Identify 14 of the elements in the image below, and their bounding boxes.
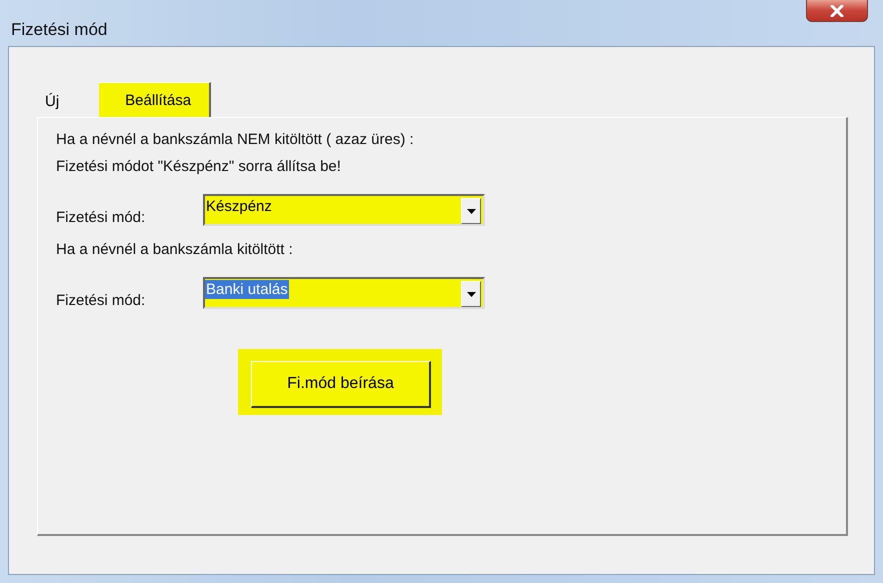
tab[interactable]: Beállítása xyxy=(99,82,212,117)
payment-dropdown[interactable]: Készpénz xyxy=(203,194,485,226)
dropdown-arrow-icon xyxy=(466,208,476,214)
instruction-text: Fizetési módot "Készpénz" sorra állítsa be! xyxy=(56,157,342,177)
window-title: Fizetési mód xyxy=(11,20,108,40)
field-label: Fizetési mód: xyxy=(56,209,146,226)
dropdown-arrow-icon xyxy=(466,292,476,296)
payment-dropdown[interactable]: Banki utalás xyxy=(203,277,485,309)
close-icon xyxy=(830,4,844,16)
close-button[interactable] xyxy=(806,0,868,22)
instruction-text: Ha a névnél a bankszámla NEM kitöltött ( azaz üres) : xyxy=(56,130,415,150)
write-button[interactable]: Fi.mód beírása xyxy=(251,361,431,408)
instruction-text: Ha a névnél a bankszámla kitöltött : xyxy=(56,240,294,260)
field-label: Fizetési mód: xyxy=(56,292,146,309)
